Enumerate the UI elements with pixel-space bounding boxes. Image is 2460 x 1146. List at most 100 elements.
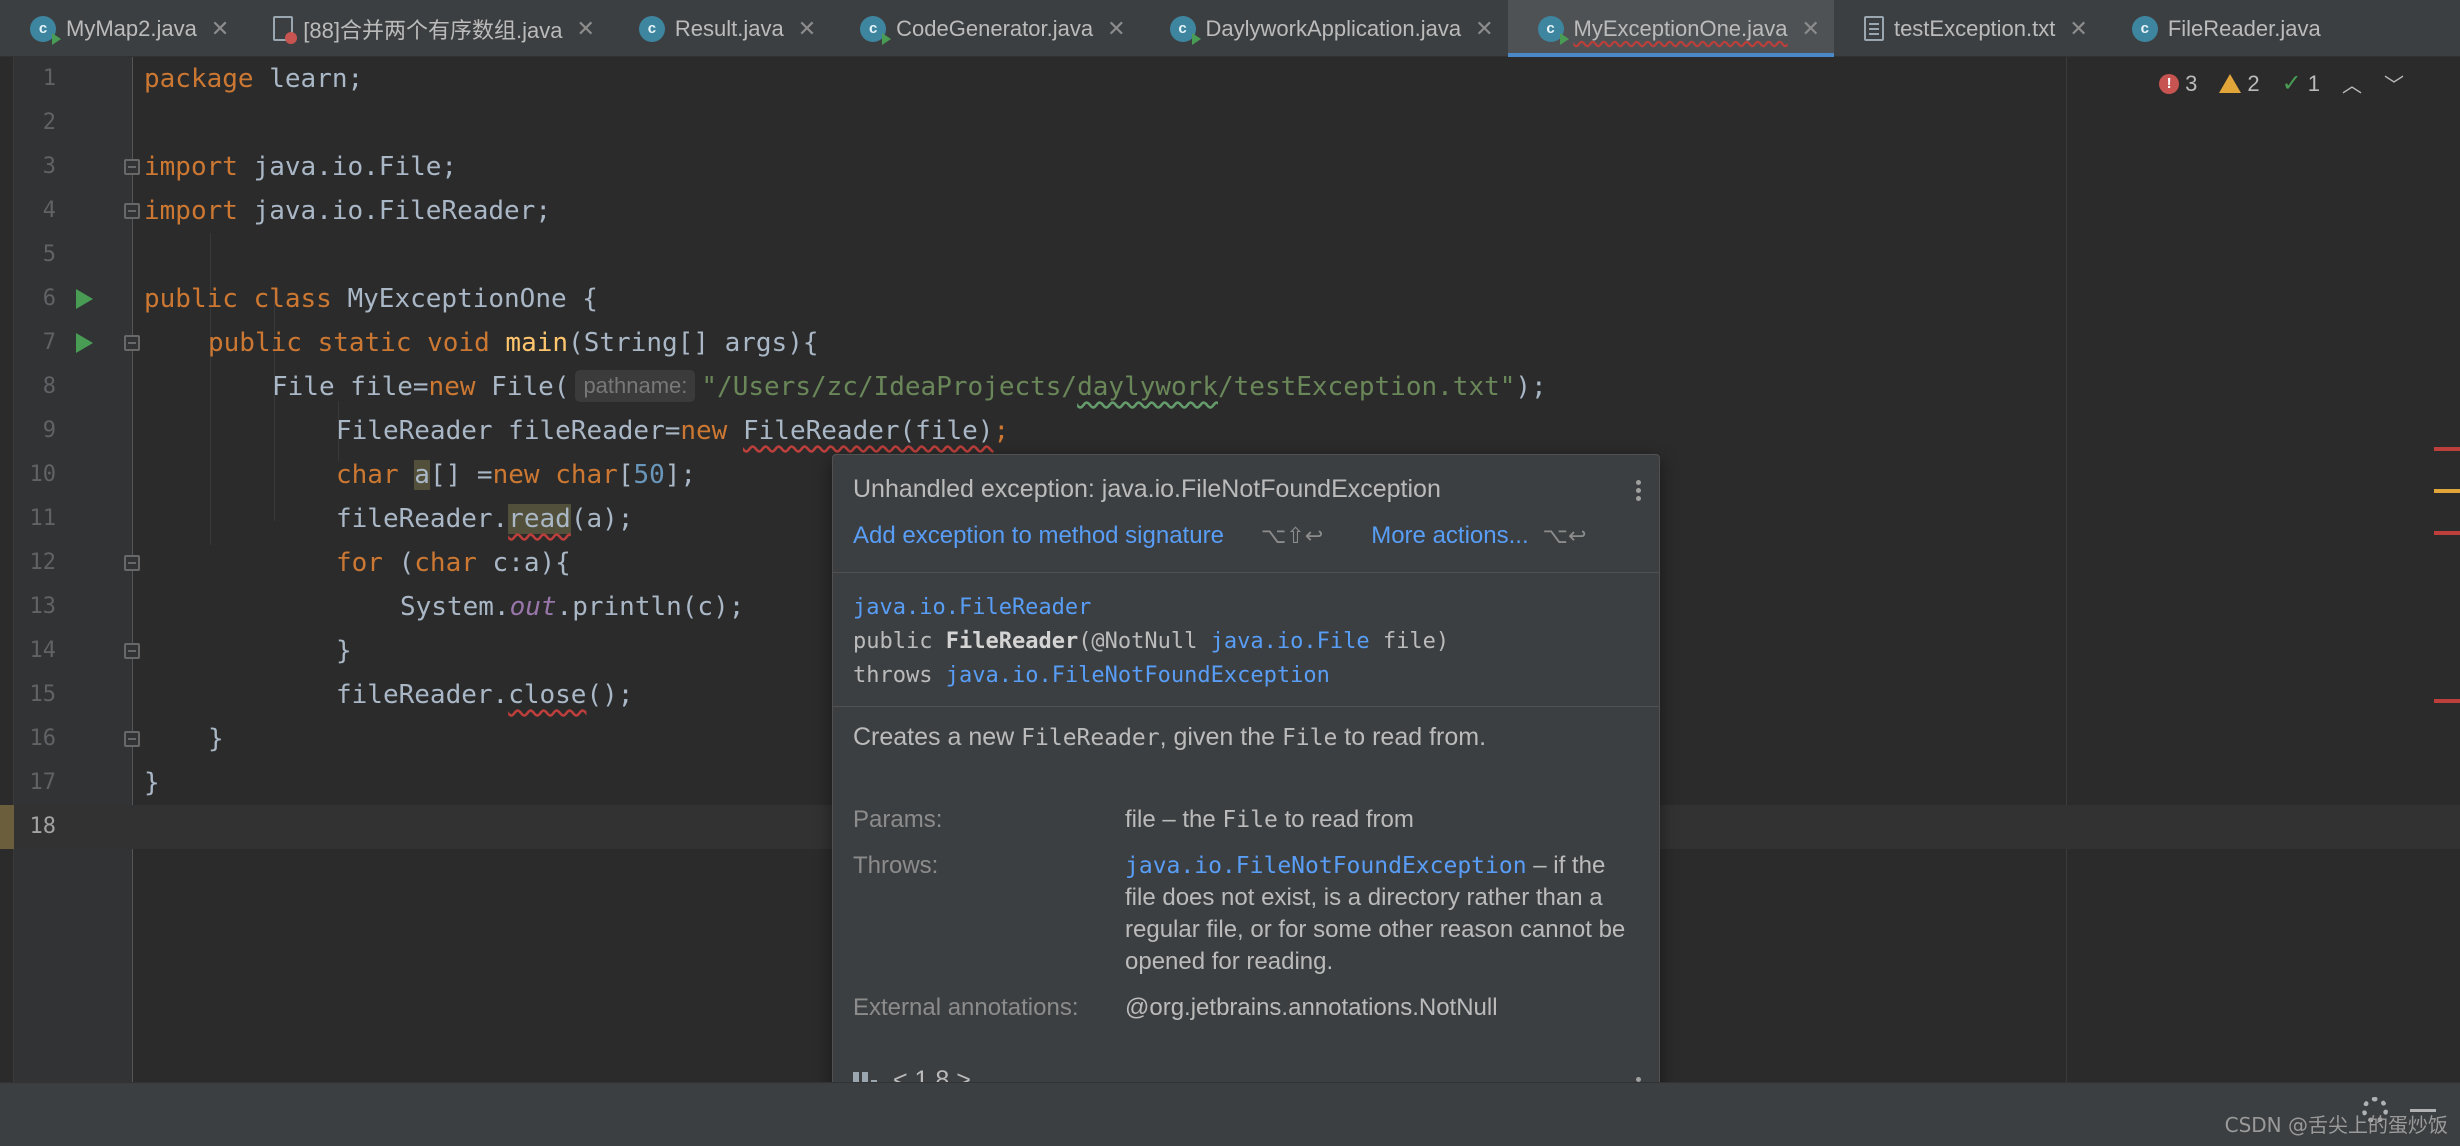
- code-text[interactable]: for (char c:a){: [336, 541, 571, 585]
- run-icon[interactable]: [76, 333, 93, 353]
- quick-documentation-popup: Unhandled exception: java.io.FileNotFoun…: [832, 454, 1660, 1122]
- exception-link[interactable]: java.io.FileNotFoundException: [1125, 853, 1527, 879]
- line-number: 12: [29, 550, 57, 575]
- chevron-down-icon[interactable]: ﹀: [2384, 69, 2404, 98]
- tab-merge-sorted-array[interactable]: [88]合并两个有序数组.java ✕: [243, 0, 609, 57]
- java-class-runnable-icon: c: [1169, 15, 1201, 45]
- code-text[interactable]: fileReader.close();: [336, 673, 633, 717]
- tab-label: MyMap2.java: [66, 15, 197, 41]
- code-text[interactable]: File file=new File(pathname: "/Users/zc/I…: [272, 365, 1547, 409]
- string-part: /testException.txt": [1217, 372, 1516, 402]
- code-text[interactable]: FileReader fileReader=new FileReader(fil…: [336, 409, 1009, 453]
- weak-warning-count[interactable]: ✓ 1: [2282, 69, 2320, 98]
- fold-icon[interactable]: [124, 203, 140, 219]
- fold-icon[interactable]: [124, 555, 140, 571]
- code-text[interactable]: }: [144, 761, 160, 805]
- add-exception-to-signature-link[interactable]: Add exception to method signature: [853, 522, 1247, 550]
- code-line: 9 FileReader fileReader=new FileReader(f…: [0, 409, 2460, 453]
- close-icon[interactable]: ✕: [576, 16, 594, 42]
- inspection-widget[interactable]: ! 3 2 ✓ 1 ︿ ﹀: [2159, 69, 2404, 98]
- code-ref: FileReader: [1021, 725, 1160, 751]
- error-highlight[interactable]: close: [508, 680, 586, 710]
- fold-icon[interactable]: [124, 159, 140, 175]
- run-icon[interactable]: [76, 289, 93, 309]
- tab-result[interactable]: c Result.java ✕: [609, 0, 830, 57]
- error-stripe-marker[interactable]: [2434, 699, 2460, 703]
- code-line: 8 File file=new File(pathname: "/Users/zc…: [0, 365, 2460, 409]
- keyword: public class: [144, 284, 332, 314]
- fold-icon[interactable]: [124, 335, 140, 351]
- close-icon[interactable]: ✕: [1107, 16, 1125, 42]
- params-label: Params:: [853, 806, 943, 833]
- more-options-icon[interactable]: [1635, 477, 1641, 504]
- more-actions-link[interactable]: More actions...: [1371, 522, 1528, 550]
- code-text[interactable]: public class MyExceptionOne {: [144, 277, 598, 321]
- code-token: fileReader.: [336, 504, 509, 534]
- code-token: FileReader fileReader=: [336, 416, 681, 446]
- close-icon[interactable]: ✕: [1802, 16, 1820, 42]
- throws-label: Throws:: [853, 852, 939, 879]
- code-token: File(: [475, 372, 570, 402]
- exception-link[interactable]: java.io.FileNotFoundException: [946, 663, 1330, 688]
- code-text[interactable]: import java.io.FileReader;: [144, 189, 551, 233]
- description-text: , given the: [1159, 723, 1275, 751]
- error-count[interactable]: ! 3: [2159, 71, 2197, 97]
- check-icon: ✓: [2281, 70, 2302, 97]
- tab-daylyworkapplication[interactable]: c DaylyworkApplication.java ✕: [1140, 0, 1508, 57]
- watermark: CSDN @舌尖上的蛋炒饭: [2224, 1113, 2448, 1137]
- tab-testexception-txt[interactable]: testException.txt ✕: [1834, 0, 2102, 57]
- code-text[interactable]: public static void main(String[] args){: [208, 321, 819, 365]
- code-text[interactable]: import java.io.File;: [144, 145, 457, 189]
- error-description: Unhandled exception: java.io.FileNotFoun…: [833, 455, 1659, 573]
- code-text[interactable]: package learn;: [144, 57, 363, 101]
- line-number: 8: [42, 374, 56, 399]
- shortcut-hint: ⌥⇧↩: [1261, 523, 1324, 548]
- line-number: 7: [42, 330, 56, 355]
- chevron-up-icon[interactable]: ︿: [2342, 69, 2362, 98]
- keyword: new: [492, 460, 540, 490]
- editor-tab-bar: c MyMap2.java ✕ [88]合并两个有序数组.java ✕ c Re…: [0, 0, 2460, 57]
- error-stripe-marker[interactable]: [2434, 531, 2460, 535]
- string-part: "/Users/zc/IdeaProjects/: [701, 372, 1078, 402]
- code-text[interactable]: System.out.println(c);: [400, 585, 744, 629]
- bottom-tool-bar: [0, 1082, 2460, 1123]
- signature-token: public: [853, 629, 933, 654]
- close-icon[interactable]: ✕: [1475, 16, 1493, 42]
- error-count-value: 3: [2185, 70, 2198, 96]
- code-text[interactable]: }: [208, 717, 224, 761]
- line-number: 4: [42, 198, 56, 223]
- keyword: new: [680, 416, 728, 446]
- code-text[interactable]: }: [336, 629, 352, 673]
- error-highlight[interactable]: read: [508, 504, 571, 534]
- close-icon[interactable]: ✕: [798, 16, 816, 42]
- code-token: [: [617, 460, 634, 490]
- fold-icon[interactable]: [124, 731, 140, 747]
- code-text[interactable]: char a[] =new char[50];: [336, 453, 696, 497]
- warning-stripe-marker[interactable]: [2434, 489, 2460, 493]
- tab-codegenerator[interactable]: c CodeGenerator.java ✕: [830, 0, 1139, 57]
- tab-myexceptionone[interactable]: c MyExceptionOne.java ✕: [1507, 0, 1835, 57]
- text-file-icon: [1863, 16, 1884, 41]
- tab-filereader[interactable]: c FileReader.java: [2102, 0, 2335, 57]
- fold-icon[interactable]: [124, 643, 140, 659]
- error-stripe-marker[interactable]: [2434, 447, 2460, 451]
- static-field: out: [509, 592, 557, 622]
- description-text: to read from.: [1344, 723, 1487, 751]
- code-text[interactable]: fileReader.read(a);: [336, 497, 633, 541]
- java-class-icon: c: [638, 15, 665, 42]
- warning-count[interactable]: 2: [2219, 71, 2260, 97]
- quick-fix-actions: Add exception to method signature ⌥⇧↩ Mo…: [853, 522, 1639, 550]
- method-name: main: [505, 328, 569, 358]
- tab-mymap2[interactable]: c MyMap2.java ✕: [0, 0, 243, 57]
- close-icon[interactable]: ✕: [211, 16, 229, 42]
- keyword: char: [336, 460, 399, 490]
- keyword: import: [144, 196, 238, 226]
- throws-value: java.io.FileNotFoundException – if the f…: [1125, 850, 1639, 978]
- error-highlight[interactable]: FileReader(file): [743, 416, 993, 446]
- class-link[interactable]: java.io.FileReader: [853, 595, 1091, 620]
- line-number: 17: [29, 770, 57, 795]
- close-icon[interactable]: ✕: [2069, 16, 2087, 42]
- param-type-link[interactable]: java.io.File: [1211, 629, 1370, 654]
- number-literal: 50: [633, 460, 665, 490]
- line-number: 6: [42, 286, 56, 311]
